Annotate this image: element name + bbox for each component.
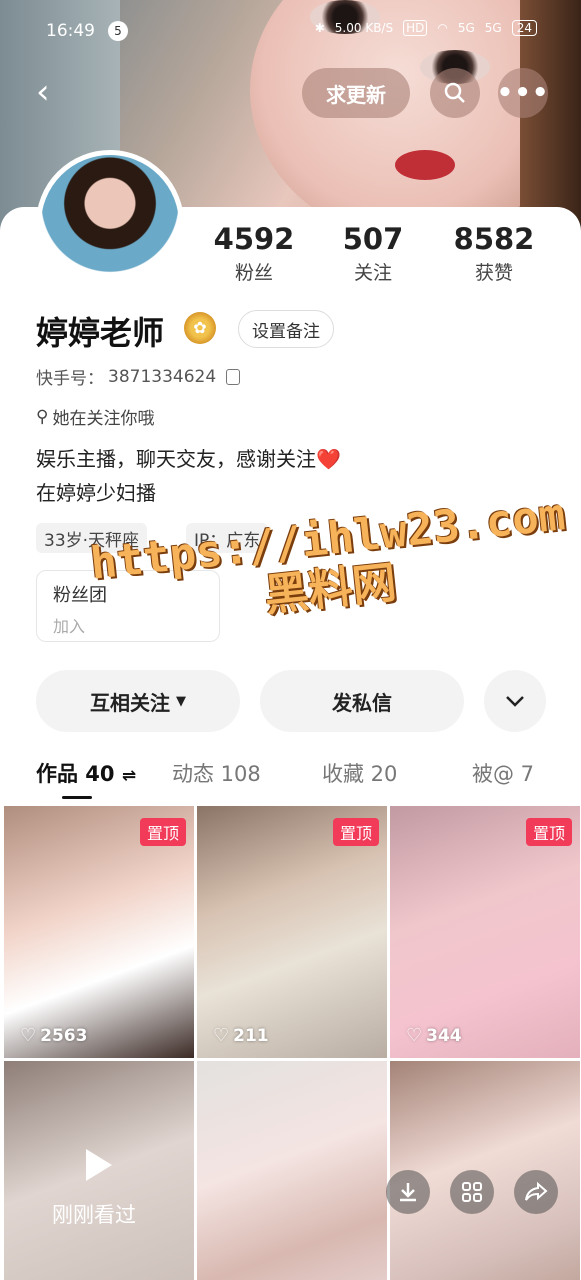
- pinned-badge: 置顶: [139, 818, 186, 846]
- tab-works-label: 作品 40: [36, 762, 115, 786]
- profile-name: 婷婷老师: [36, 314, 165, 352]
- pinned-badge: 置顶: [332, 818, 379, 846]
- caret-down-icon: ▼: [176, 693, 186, 709]
- like-count: ♡ 344: [406, 1025, 462, 1046]
- like-count-value: 211: [233, 1025, 269, 1046]
- user-id: 快手号： 3871334624: [36, 364, 241, 389]
- signal-5g-icon-2: 5G: [484, 21, 502, 35]
- work-item[interactable]: [390, 1061, 580, 1280]
- download-icon[interactable]: [386, 1170, 430, 1214]
- stat-following-value: 507: [342, 222, 404, 256]
- follows-you-text: 她在关注你哦: [52, 409, 155, 429]
- heart-icon: ♡: [406, 1025, 423, 1046]
- tab-favorites[interactable]: 收藏 20: [322, 758, 397, 788]
- battery-icon: 24: [511, 20, 537, 36]
- stat-following-label: 关注: [353, 262, 392, 284]
- set-remark-button[interactable]: 设置备注: [238, 310, 334, 348]
- status-icons: ✱ 5.00 KB/S HD ◠ 5G 5G 24: [315, 20, 537, 36]
- request-update-button[interactable]: 求更新: [302, 68, 410, 118]
- grid-icon[interactable]: [450, 1170, 494, 1214]
- bluetooth-icon: ✱: [314, 21, 325, 35]
- tab-moments[interactable]: 动态 108: [172, 758, 261, 788]
- stat-likes-value: 8582: [453, 222, 535, 256]
- notification-badge: 5: [108, 21, 128, 41]
- works-grid: 置顶 ♡ 2563 置顶 ♡ 211 置顶 ♡ 344 刚刚看过: [4, 806, 581, 1280]
- profile-page: 16:49 5 ✱ 5.00 KB/S HD ◠ 5G 5G 24 ‹ 求更新 …: [0, 0, 581, 1280]
- like-count-value: 344: [426, 1025, 462, 1046]
- status-bar: 16:49 5 ✱ 5.00 KB/S HD ◠ 5G 5G 24: [0, 0, 581, 60]
- content-tabs: 作品 40 ⇌ 动态 108 收藏 20 被@ 7: [0, 758, 581, 804]
- play-icon: [86, 1149, 112, 1181]
- like-count-value: 2563: [40, 1025, 88, 1046]
- user-id-label: 快手号：: [36, 369, 104, 389]
- work-item[interactable]: 刚刚看过: [4, 1061, 194, 1280]
- sort-icon[interactable]: ⇌: [122, 766, 136, 786]
- tab-works[interactable]: 作品 40 ⇌: [36, 758, 136, 788]
- pinned-badge: 置顶: [525, 818, 572, 846]
- back-icon[interactable]: ‹: [36, 72, 76, 112]
- stat-likes[interactable]: 8582 获赞: [434, 222, 554, 285]
- bio: 娱乐主播，聊天交友，感谢关注❤️ 在婷婷少妇播: [36, 442, 341, 510]
- stat-fans-value: 4592: [213, 222, 295, 256]
- wifi-icon: ◠: [437, 21, 448, 35]
- copy-icon[interactable]: [226, 368, 241, 385]
- work-item[interactable]: 置顶 ♡ 344: [390, 806, 580, 1058]
- avatar[interactable]: [36, 150, 184, 298]
- net-speed: 5.00 KB/S: [334, 21, 394, 35]
- share-icon[interactable]: [514, 1170, 558, 1214]
- person-icon: ⚲: [36, 406, 49, 427]
- search-icon[interactable]: [430, 68, 480, 118]
- signal-5g-icon: 5G: [457, 21, 475, 35]
- heart-icon: ♡: [20, 1025, 37, 1046]
- stat-likes-label: 获赞: [474, 262, 513, 284]
- cover-lips: [395, 150, 455, 180]
- follows-you-hint: ⚲ 她在关注你哦: [36, 404, 155, 430]
- more-icon[interactable]: •••: [497, 68, 548, 118]
- stat-fans[interactable]: 4592 粉丝: [194, 222, 314, 285]
- mutual-follow-label: 互相关注: [90, 690, 170, 715]
- message-button[interactable]: 发私信: [260, 670, 464, 732]
- work-item[interactable]: 置顶 ♡ 211: [197, 806, 387, 1058]
- status-time: 16:49: [46, 21, 95, 41]
- user-id-value: 3871334624: [108, 366, 217, 387]
- work-item[interactable]: [197, 1061, 387, 1280]
- medal-icon[interactable]: ✿: [184, 312, 216, 344]
- mutual-follow-button[interactable]: 互相关注 ▼: [36, 670, 240, 732]
- active-tab-indicator: [62, 796, 92, 799]
- just-watched-label: 刚刚看过: [52, 1203, 136, 1227]
- heart-icon: ♡: [213, 1025, 230, 1046]
- hd-icon: HD: [403, 20, 428, 36]
- bio-line-1: 娱乐主播，聊天交友，感谢关注❤️: [36, 447, 341, 471]
- bio-line-2: 在婷婷少妇播: [36, 481, 156, 505]
- stat-following[interactable]: 507 关注: [313, 222, 433, 285]
- stat-fans-label: 粉丝: [234, 262, 273, 284]
- like-count: ♡ 2563: [20, 1025, 87, 1046]
- like-count: ♡ 211: [213, 1025, 269, 1046]
- work-item[interactable]: 置顶 ♡ 2563: [4, 806, 194, 1058]
- tab-mentions[interactable]: 被@ 7: [472, 758, 534, 788]
- chevron-down-icon[interactable]: [484, 670, 546, 732]
